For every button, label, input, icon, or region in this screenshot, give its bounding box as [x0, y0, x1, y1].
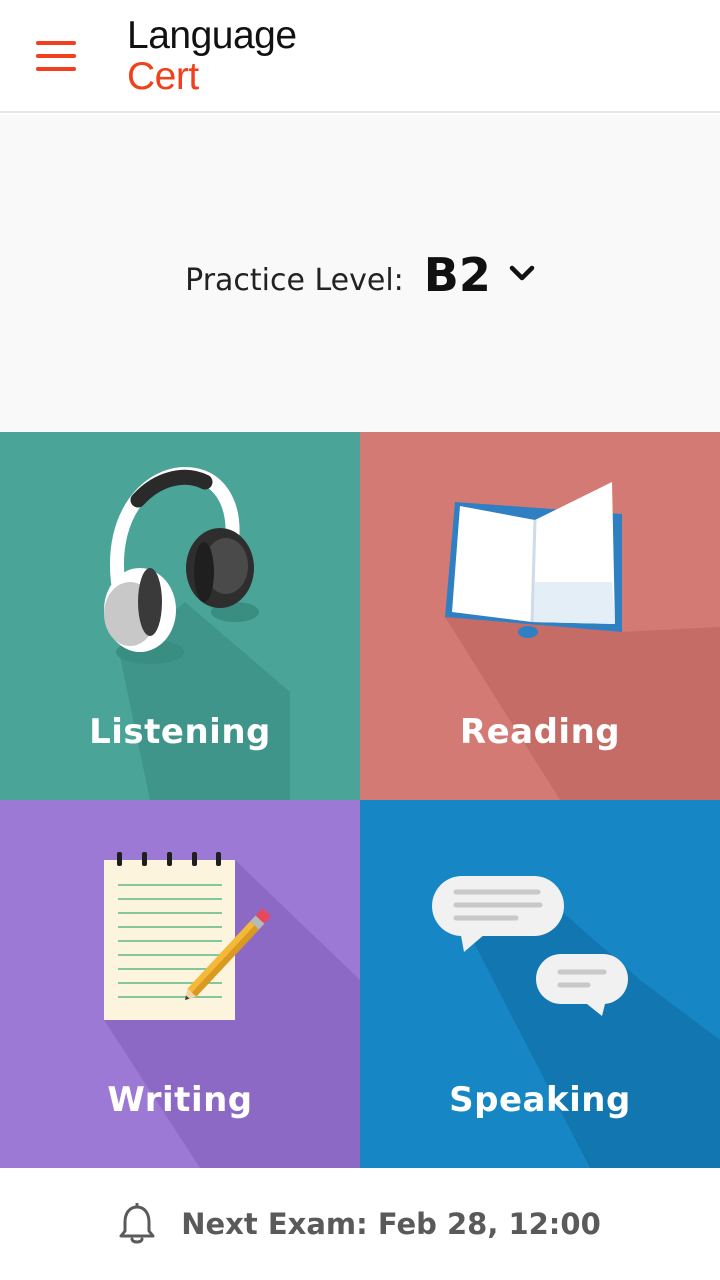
- logo-text-cert: Cert: [127, 55, 199, 98]
- practice-level-label: Practice Level:: [185, 262, 404, 298]
- bell-icon: [119, 1203, 155, 1244]
- logo-text-language: Language: [127, 14, 297, 57]
- chevron-down-icon: [509, 265, 535, 281]
- tile-label-speaking: Speaking: [449, 1080, 631, 1120]
- tile-reading[interactable]: Reading: [360, 432, 720, 800]
- next-exam-bar[interactable]: Next Exam: Feb 28, 12:00: [0, 1168, 720, 1280]
- tile-writing[interactable]: Writing: [0, 800, 360, 1168]
- app-header: Language Cert: [0, 0, 720, 113]
- practice-level-section: Practice Level: B2: [0, 115, 720, 432]
- tile-label-writing: Writing: [107, 1080, 253, 1120]
- tile-label-listening: Listening: [89, 712, 271, 752]
- tile-speaking[interactable]: Speaking: [360, 800, 720, 1168]
- practice-level-value: B2: [423, 248, 491, 302]
- hamburger-menu-icon: [36, 41, 76, 45]
- menu-button[interactable]: [36, 41, 76, 71]
- tile-listening[interactable]: Listening: [0, 432, 360, 800]
- tile-label-reading: Reading: [459, 712, 621, 752]
- practice-level-selector[interactable]: Practice Level: B2: [0, 245, 720, 305]
- next-exam-text: Next Exam: Feb 28, 12:00: [181, 1207, 601, 1241]
- app-logo: Language Cert: [127, 14, 297, 96]
